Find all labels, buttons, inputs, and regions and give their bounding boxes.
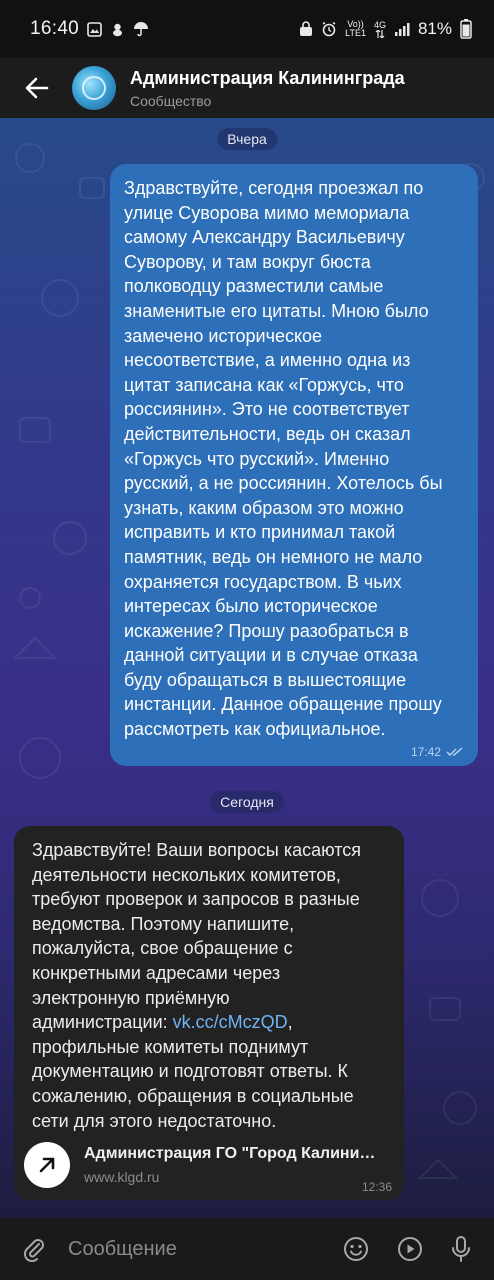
outgoing-message-text: Здравствуйте, сегодня проезжал по улице …: [124, 178, 443, 740]
arrow-left-icon: [25, 77, 49, 99]
incoming-message-meta: 12:36: [362, 1180, 392, 1194]
link-preview-title: Администрация ГО "Город Калининград": [84, 1145, 384, 1162]
date-separator-today: Сегодня: [210, 791, 284, 813]
outgoing-message[interactable]: Здравствуйте, сегодня проезжал по улице …: [110, 164, 478, 766]
signal-icon: [394, 23, 410, 36]
avatar-emblem: [82, 76, 106, 100]
status-left: 16:40: [30, 18, 149, 40]
chat-title-block[interactable]: Администрация Калининграда Сообщество: [130, 68, 405, 109]
volte-indicator: Vo)) LTE1: [345, 19, 366, 38]
link-preview-domain: www.klgd.ru: [84, 1169, 160, 1185]
battery-icon: [460, 19, 472, 39]
status-right: Vo)) LTE1 4G 81%: [299, 19, 472, 39]
dog-icon: [113, 23, 123, 36]
back-button[interactable]: [0, 58, 74, 118]
date-separator-yesterday: Вчера: [217, 128, 277, 150]
network-indicator: 4G: [374, 20, 386, 38]
battery-level: 81%: [417, 19, 452, 38]
input-actions: [342, 1235, 494, 1263]
gallery-icon: [87, 21, 102, 37]
smile-icon[interactable]: [342, 1235, 370, 1263]
message-link[interactable]: vk.cc/cMczQD: [173, 1012, 288, 1032]
outgoing-message-meta: 17:42: [411, 745, 464, 759]
data-arrows-icon: [375, 29, 385, 38]
arrow-up-right-icon: [39, 1157, 55, 1173]
chat-area[interactable]: Вчера Здравствуйте, сегодня проезжал по …: [0, 118, 494, 1218]
message-input[interactable]: Сообщение: [68, 1238, 342, 1261]
link-preview-text: Администрация ГО "Город Калининград" www…: [84, 1145, 384, 1185]
chat-subtitle: Сообщество: [130, 92, 212, 109]
incoming-message-text: Здравствуйте! Ваши вопросы касаются деят…: [32, 838, 388, 1133]
link-preview-icon: [24, 1142, 70, 1188]
chat-header: Администрация Калининграда Сообщество: [0, 58, 494, 118]
link-preview[interactable]: Администрация ГО "Город Калининград" www…: [24, 1138, 400, 1192]
sim-lock-icon: [300, 21, 313, 36]
community-avatar[interactable]: [72, 66, 116, 110]
incoming-text-part1: Здравствуйте! Ваши вопросы касаются деят…: [32, 840, 362, 1033]
message-input-bar: Сообщение: [0, 1218, 494, 1280]
double-check-icon: [446, 747, 463, 756]
incoming-message-time: 12:36: [361, 1180, 392, 1194]
paperclip-icon: [23, 1239, 44, 1262]
microphone-icon[interactable]: [450, 1235, 472, 1263]
play-circle-icon[interactable]: [396, 1235, 424, 1263]
status-bar: 16:40 Vo)) LTE1 4G 81%: [0, 0, 494, 58]
attach-button[interactable]: [0, 1236, 68, 1262]
umbrella-icon: [134, 22, 149, 37]
chat-title: Администрация Калининграда: [130, 67, 405, 88]
alarm-icon: [322, 21, 336, 37]
incoming-message[interactable]: Здравствуйте! Ваши вопросы касаются деят…: [14, 826, 404, 1200]
outgoing-message-time: 17:42: [410, 745, 441, 759]
status-time: 16:40: [30, 18, 80, 39]
